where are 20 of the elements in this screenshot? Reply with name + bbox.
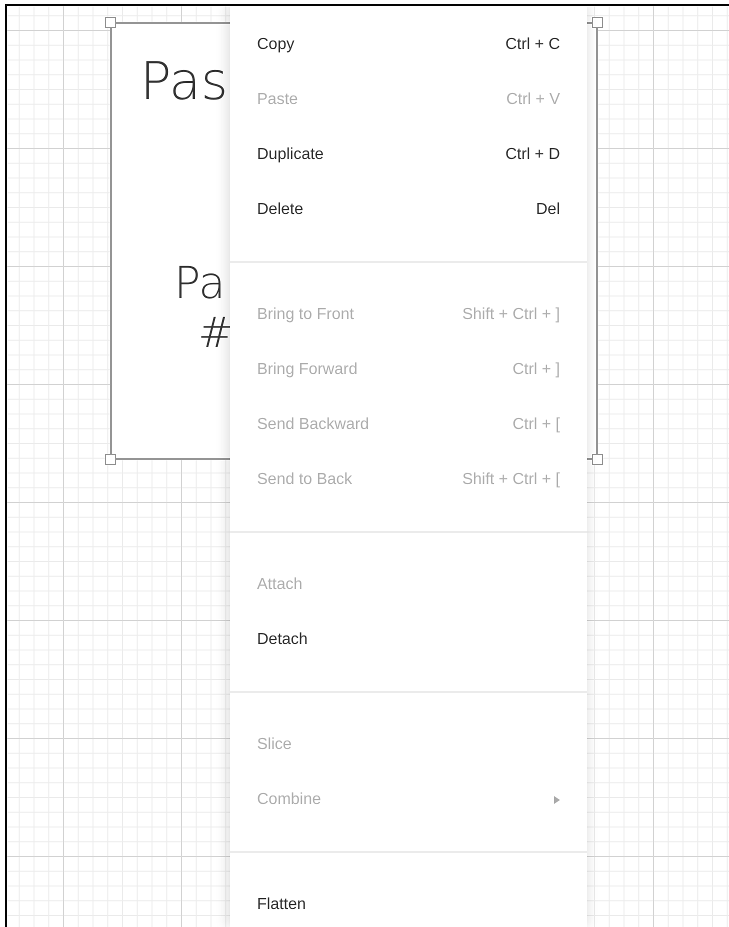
resize-handle[interactable] [105,17,116,28]
menu-item[interactable]: Detach [230,612,587,667]
resize-handle[interactable] [592,454,603,465]
shortcut-text: Ctrl + V [506,90,560,108]
shortcut-text: Ctrl + [ [512,416,560,434]
menu-item[interactable]: Copy Ctrl + C [230,17,587,72]
shortcut-text: Shift + Ctrl + [ [462,470,560,488]
shortcut-text: Ctrl + ] [512,360,560,378]
shortcut-text: Shift + Ctrl + ] [462,306,560,324]
shortcut-text: Ctrl + D [505,146,560,164]
shortcut-text: Del [536,200,560,218]
menu-item[interactable]: Duplicate Ctrl + D [230,127,587,182]
resize-handle[interactable] [105,454,116,465]
menu-item[interactable]: Flatten [230,877,587,927]
card-text: Pas [140,56,228,108]
resize-handle[interactable] [592,17,603,28]
shortcut-text: Ctrl + C [505,36,560,54]
menu-item[interactable]: Delete Del [230,182,587,237]
card-text: Pa [174,262,226,306]
submenu-arrow-icon [554,796,560,804]
